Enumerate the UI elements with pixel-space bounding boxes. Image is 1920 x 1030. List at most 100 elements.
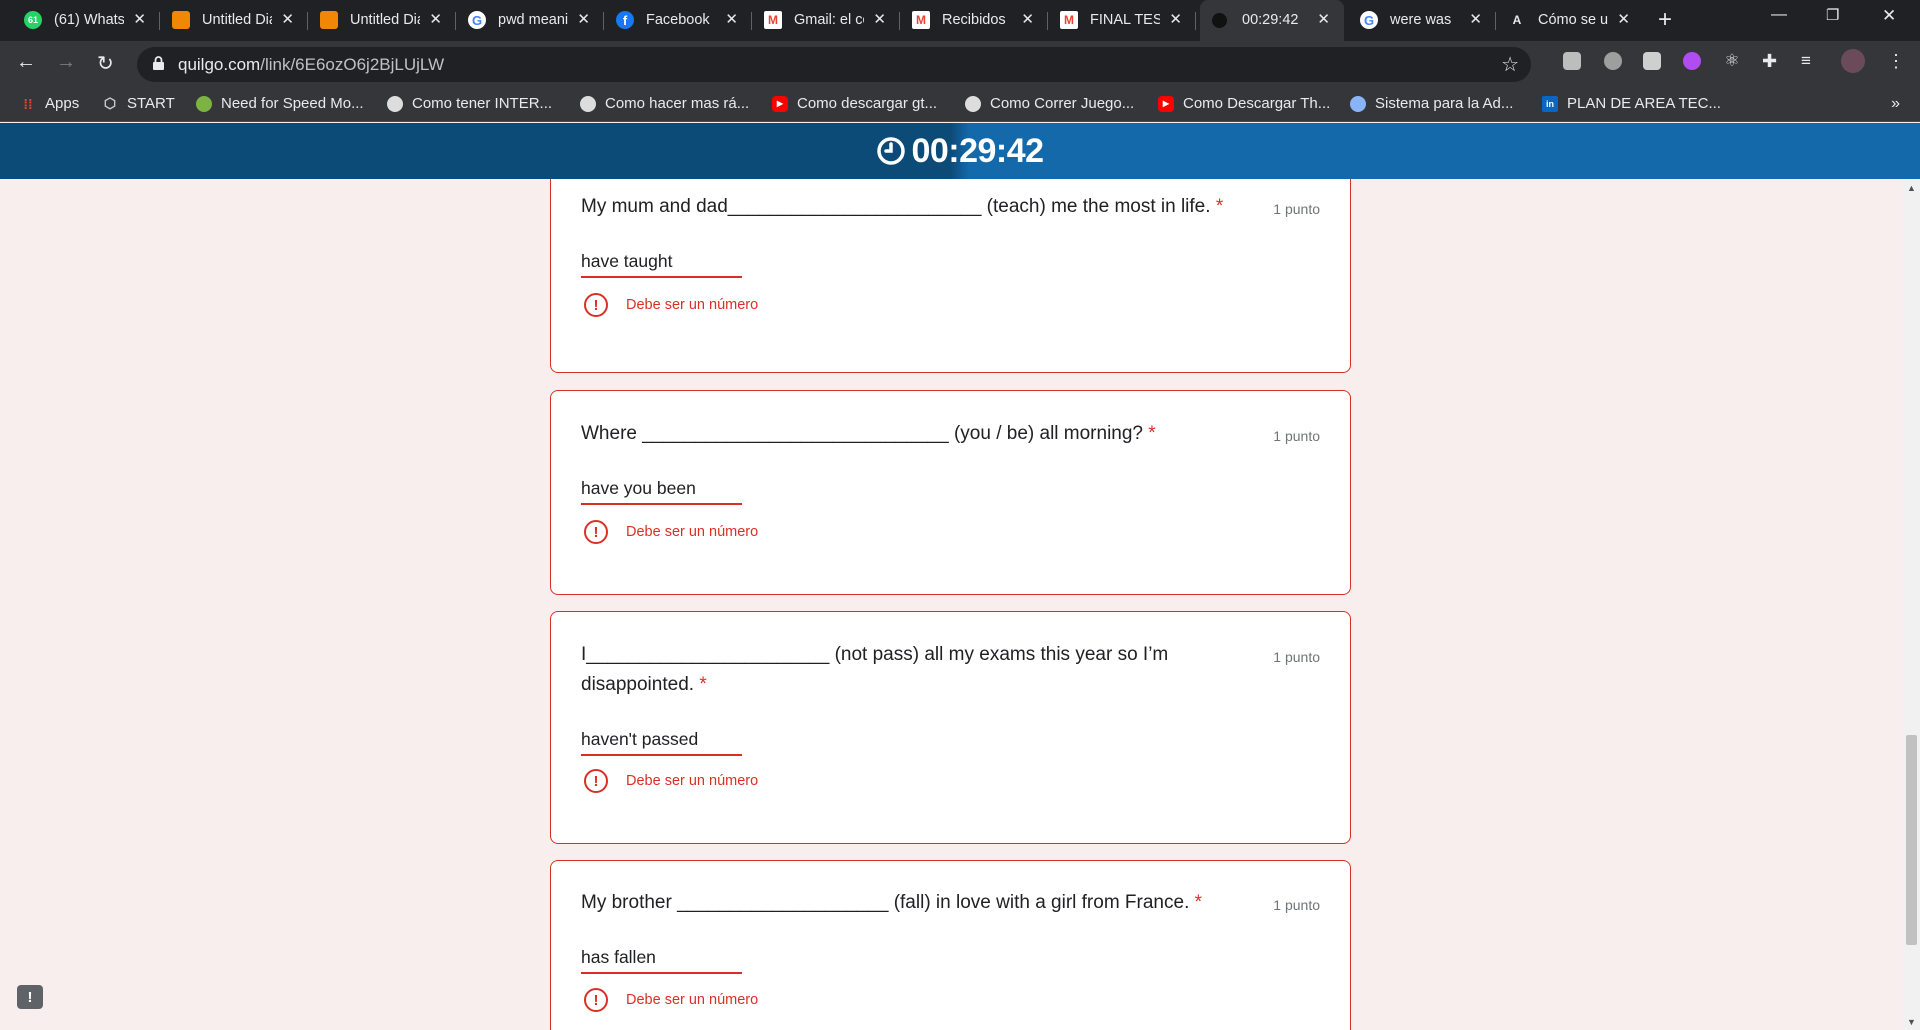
tab-final-test[interactable]: M FINAL TEST ✕ bbox=[1048, 0, 1196, 41]
close-tab-icon[interactable]: ✕ bbox=[1317, 10, 1330, 28]
lock-icon bbox=[153, 56, 164, 70]
close-tab-icon[interactable]: ✕ bbox=[133, 10, 146, 28]
bookmark-label: Sistema para la Ad... bbox=[1375, 95, 1514, 112]
restore-icon[interactable]: ❐ bbox=[1826, 6, 1839, 24]
profile-avatar[interactable] bbox=[1841, 49, 1865, 73]
chrome-menu-icon[interactable]: ⋮ bbox=[1887, 52, 1905, 70]
new-tab-plus-icon[interactable]: + bbox=[1658, 6, 1672, 34]
extension-bottle-icon[interactable] bbox=[1604, 52, 1622, 70]
error-message: Debe ser un número bbox=[626, 524, 759, 540]
bookmark-start[interactable]: ⬡ START bbox=[102, 95, 175, 112]
cube-icon: ⬡ bbox=[103, 95, 117, 111]
whatsapp-icon: 61 bbox=[24, 11, 42, 29]
answer-input[interactable]: have taught bbox=[581, 248, 742, 278]
scroll-down-arrow-icon[interactable]: ▼ bbox=[1907, 1017, 1916, 1027]
answer-input[interactable]: has fallen bbox=[581, 944, 742, 974]
extensions-puzzle-icon[interactable]: ✚ bbox=[1762, 52, 1780, 70]
error-icon: ! bbox=[584, 769, 608, 793]
reload-icon[interactable]: ↻ bbox=[97, 51, 114, 76]
forward-arrow-icon[interactable]: → bbox=[56, 51, 76, 74]
countdown-timer: 00:29:42 bbox=[0, 123, 1920, 179]
tab-pwd-meaning[interactable]: G pwd meaning ✕ bbox=[456, 0, 604, 41]
error-icon: ! bbox=[584, 988, 608, 1012]
answer-input[interactable]: haven't passed bbox=[581, 726, 742, 756]
bookmark-label: Como descargar gt... bbox=[797, 95, 938, 112]
bookmark-como-hacer-mas-rapido[interactable]: Como hacer mas rá... bbox=[580, 95, 749, 112]
tab-gmail[interactable]: M Gmail: el correo ✕ bbox=[752, 0, 900, 41]
bookmark-como-descargar-th[interactable]: ▶ Como Descargar Th... bbox=[1158, 95, 1330, 112]
answer-input[interactable]: have you been bbox=[581, 475, 742, 505]
url-text[interactable]: quilgo.com/link/6E6ozO6j2BjLUjLW bbox=[178, 55, 444, 75]
close-window-icon[interactable]: ✕ bbox=[1882, 6, 1896, 26]
apps-grid-icon: ⁞⁞ bbox=[23, 95, 33, 112]
tab-untitled-diagram-1[interactable]: Untitled Diagram ✕ bbox=[160, 0, 308, 41]
browser-toolbar: ← → ↻ quilgo.com/link/6E6ozO6j2BjLUjLW ☆ bbox=[0, 41, 1920, 88]
validation-error: ! Debe ser un número bbox=[584, 769, 758, 793]
scroll-up-arrow-icon[interactable]: ▲ bbox=[1907, 183, 1916, 193]
close-tab-icon[interactable]: ✕ bbox=[577, 10, 590, 28]
close-tab-icon[interactable]: ✕ bbox=[281, 10, 294, 28]
media-queue-icon[interactable]: ≡ bbox=[1801, 52, 1819, 70]
bookmark-plan-de-area[interactable]: in PLAN DE AREA TEC... bbox=[1542, 95, 1721, 112]
tab-facebook[interactable]: f Facebook ✕ bbox=[604, 0, 752, 41]
tab-site-icon: A bbox=[1512, 13, 1522, 27]
bookmark-como-correr-juegos[interactable]: Como Correr Juego... bbox=[965, 95, 1134, 112]
required-asterisk: * bbox=[1194, 892, 1203, 913]
extension-cube-icon[interactable] bbox=[1563, 52, 1581, 70]
close-tab-icon[interactable]: ✕ bbox=[725, 10, 738, 28]
more-bookmarks-chevron-icon[interactable]: » bbox=[1891, 95, 1900, 113]
back-arrow-icon[interactable]: ← bbox=[16, 51, 36, 74]
timer-value: 00:29:42 bbox=[911, 131, 1044, 170]
tab-quilgo-timer[interactable]: 00:29:42 ✕ bbox=[1200, 0, 1344, 41]
tab-como-se-usa[interactable]: A Cómo se usa ✕ bbox=[1496, 0, 1644, 41]
facebook-icon: f bbox=[616, 11, 634, 29]
bookmark-como-tener-internet[interactable]: Como tener INTER... bbox=[387, 95, 552, 112]
close-tab-icon[interactable]: ✕ bbox=[1169, 10, 1182, 28]
bookmark-label: START bbox=[127, 95, 175, 112]
bookmark-sistema-para-la-ad[interactable]: Sistema para la Ad... bbox=[1350, 95, 1513, 112]
quilgo-icon bbox=[1212, 13, 1227, 28]
close-tab-icon[interactable]: ✕ bbox=[429, 10, 442, 28]
tab-title: Untitled Diagram bbox=[350, 12, 420, 28]
tab-were-was[interactable]: G were was ✕ bbox=[1348, 0, 1496, 41]
tab-whatsapp[interactable]: 61 (61) WhatsApp ✕ bbox=[12, 0, 160, 41]
close-tab-icon[interactable]: ✕ bbox=[1021, 10, 1034, 28]
page-scrollbar[interactable]: ▲ ▼ bbox=[1903, 179, 1920, 1030]
bookmark-star-icon[interactable]: ☆ bbox=[1501, 52, 1519, 77]
tab-untitled-diagram-2[interactable]: Untitled Diagram ✕ bbox=[308, 0, 456, 41]
validation-error: ! Debe ser un número bbox=[584, 293, 758, 317]
close-tab-icon[interactable]: ✕ bbox=[873, 10, 886, 28]
tab-recibidos[interactable]: M Recibidos ✕ bbox=[900, 0, 1048, 41]
extension-purple-icon[interactable] bbox=[1683, 52, 1701, 70]
question-card: I_______________________ (not pass) all … bbox=[550, 611, 1351, 844]
gmail-icon: M bbox=[1060, 11, 1078, 29]
error-icon: ! bbox=[584, 293, 608, 317]
close-tab-icon[interactable]: ✕ bbox=[1617, 10, 1630, 28]
google-icon: G bbox=[1360, 11, 1378, 29]
bookmark-apps[interactable]: ⁞⁞ Apps bbox=[20, 95, 79, 112]
required-asterisk: * bbox=[699, 674, 707, 695]
bookmark-como-descargar-gta[interactable]: ▶ Como descargar gt... bbox=[772, 95, 937, 112]
bookmark-label: Need for Speed Mo... bbox=[221, 95, 364, 112]
close-tab-icon[interactable]: ✕ bbox=[1469, 10, 1482, 28]
feedback-icon[interactable]: ! bbox=[17, 985, 43, 1009]
drawio-icon bbox=[172, 11, 190, 29]
minimize-icon[interactable]: — bbox=[1771, 6, 1787, 24]
bookmark-label: Apps bbox=[45, 95, 80, 112]
tab-title: Gmail: el correo bbox=[794, 12, 864, 28]
react-devtools-icon[interactable]: ⚛ bbox=[1723, 52, 1741, 70]
bookmarks-bar: ⁞⁞ Apps ⬡ START Need for Speed Mo... Como … bbox=[0, 88, 1920, 122]
url-path: /link/6E6ozO6j2BjLUjLW bbox=[260, 55, 445, 74]
question-text: My mum and dad________________________ (… bbox=[581, 192, 1223, 222]
address-bar[interactable]: quilgo.com/link/6E6ozO6j2BjLUjLW ☆ bbox=[137, 47, 1531, 82]
question-points: 1 punto bbox=[1273, 649, 1320, 665]
globe-icon bbox=[965, 95, 981, 112]
bookmark-need-for-speed[interactable]: Need for Speed Mo... bbox=[196, 95, 364, 112]
question-line: My brother ____________________ (fall) i… bbox=[581, 892, 1190, 913]
extension-screen-icon[interactable] bbox=[1643, 52, 1661, 70]
question-points: 1 punto bbox=[1273, 201, 1320, 217]
error-message: Debe ser un número bbox=[626, 297, 759, 313]
linkedin-icon: in bbox=[1542, 95, 1558, 112]
scrollbar-thumb[interactable] bbox=[1906, 735, 1917, 945]
required-asterisk: * bbox=[1148, 423, 1156, 444]
